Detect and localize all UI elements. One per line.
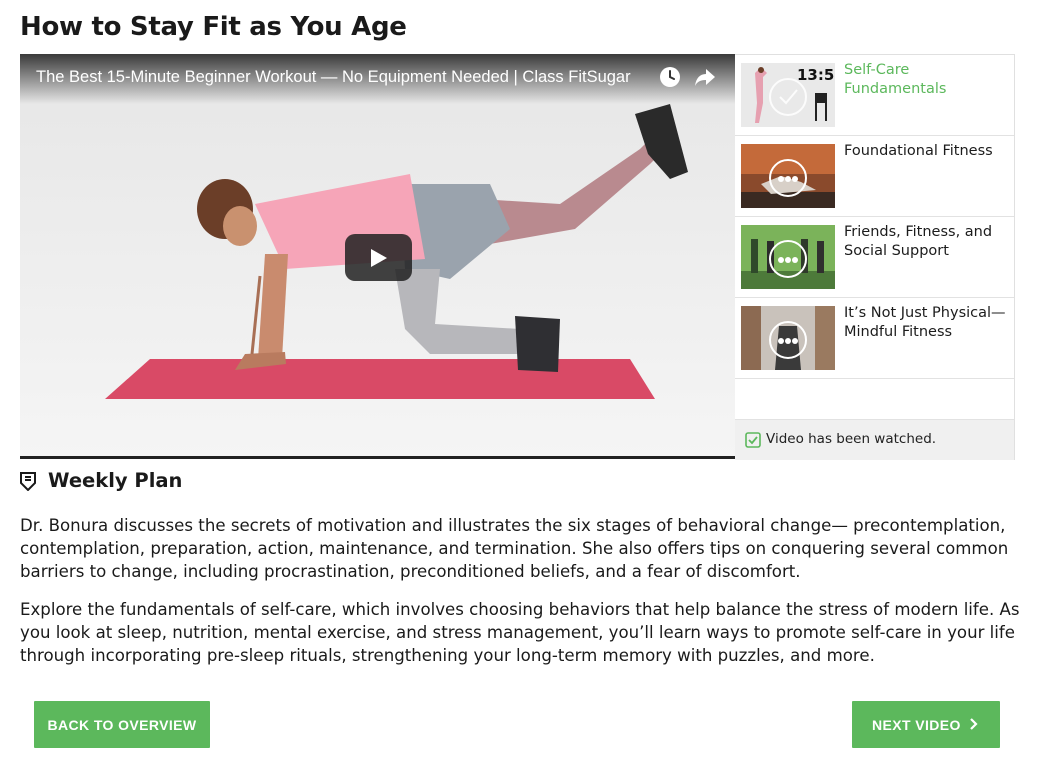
watched-text: Video has been watched. — [766, 431, 937, 447]
page-title: How to Stay Fit as You Age — [20, 12, 407, 42]
section-heading: Weekly Plan — [48, 469, 183, 492]
playlist-item-self-care[interactable]: 13:56 Self-Care Fundamentals — [735, 55, 1014, 136]
playlist-item-foundational-fitness[interactable]: Foundational Fitness — [735, 136, 1014, 217]
play-icon — [371, 249, 387, 267]
checkbox-checked-icon — [745, 432, 761, 448]
playlist-item-friends-fitness[interactable]: Friends, Fitness, and Social Support — [735, 217, 1014, 298]
video-playlist: 13:56 Self-Care Fundamentals Foundationa… — [735, 54, 1015, 460]
playlist-item-mindful-fitness[interactable]: It’s Not Just Physical—Mindful Fitness — [735, 298, 1014, 379]
video-thumbnail — [741, 225, 835, 289]
video-thumbnail — [741, 306, 835, 370]
playlist-item-label: Foundational Fitness — [844, 143, 993, 159]
share-icon[interactable] — [693, 66, 717, 88]
chevron-right-icon — [970, 718, 978, 730]
description-paragraph: Dr. Bonura discusses the secrets of moti… — [20, 516, 1009, 581]
video-thumbnail — [741, 144, 835, 208]
video-thumbnail: 13:56 — [741, 63, 835, 127]
watched-status: Video has been watched. — [735, 420, 1014, 460]
video-player[interactable]: The Best 15-Minute Beginner Workout — No… — [20, 54, 735, 459]
plan-marker-icon — [20, 472, 36, 491]
clock-icon[interactable] — [659, 66, 681, 88]
playlist-spacer — [735, 379, 1014, 420]
next-video-button[interactable]: Next Video — [852, 701, 1000, 748]
play-button[interactable] — [345, 234, 412, 281]
playlist-item-label: Self-Care Fundamentals — [844, 62, 947, 97]
back-button-label: Back to Overview — [47, 716, 197, 733]
description-paragraph: Explore the fundamentals of self-care, w… — [20, 600, 1020, 665]
playlist-item-label: Friends, Fitness, and Social Support — [844, 224, 993, 259]
playlist-item-label: It’s Not Just Physical—Mindful Fitness — [844, 305, 1006, 340]
duration-badge: 13:56 — [797, 66, 835, 84]
video-title[interactable]: The Best 15-Minute Beginner Workout — No… — [36, 68, 654, 87]
back-to-overview-button[interactable]: Back to Overview — [34, 701, 210, 748]
next-button-label: Next Video — [872, 716, 961, 733]
